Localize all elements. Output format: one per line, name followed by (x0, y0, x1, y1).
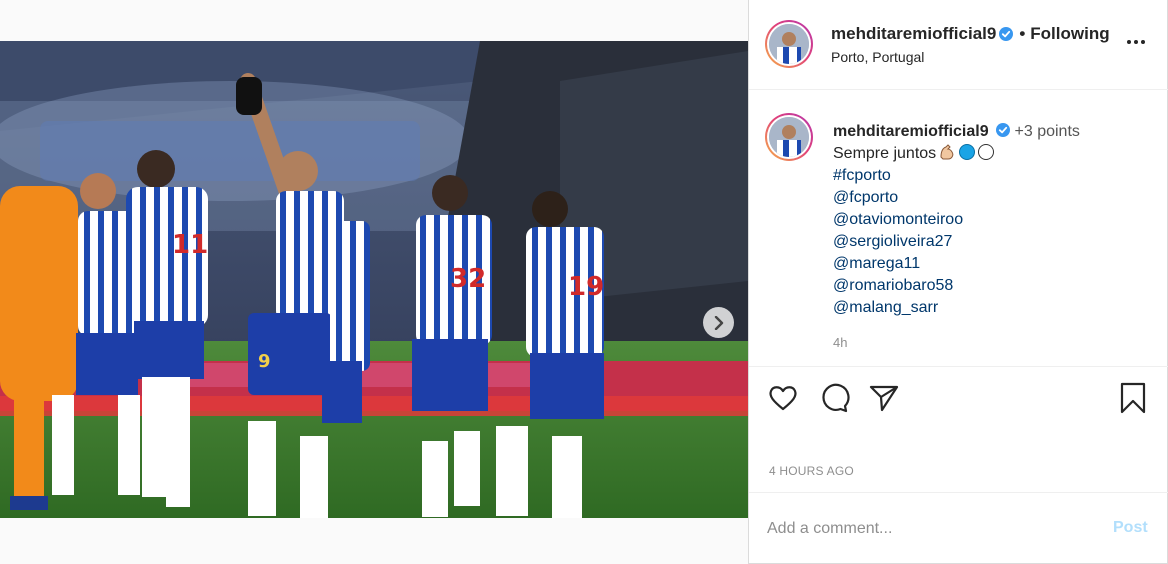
comment-icon[interactable] (818, 382, 850, 414)
bookmark-icon[interactable] (1117, 382, 1149, 414)
chevron-right-icon (714, 315, 723, 330)
separator-dot: • (1019, 24, 1026, 43)
post-location[interactable]: Porto, Portugal (831, 49, 924, 65)
share-icon[interactable] (868, 382, 900, 414)
action-bar (749, 368, 1168, 428)
jersey-number-9: 9 (258, 351, 271, 372)
caption-mention[interactable]: @malang_sarr (833, 297, 1153, 319)
header-user-line: mehditaremiofficial9 • Following (831, 24, 1110, 44)
caption-tag[interactable]: #fcporto (833, 165, 1153, 187)
jersey-number-32: 32 (450, 264, 486, 294)
caption-body: Sempre juntos (833, 145, 937, 162)
caption-mention[interactable]: @otaviomonteiroo (833, 209, 1153, 231)
carousel-next-button[interactable] (703, 307, 734, 338)
avatar-image (769, 24, 809, 64)
heart-icon[interactable] (767, 382, 799, 414)
post-photo[interactable]: 11 9 32 19 (0, 41, 748, 518)
caption-mention[interactable]: @sergioliveira27 (833, 231, 1153, 253)
caption-username[interactable]: mehditaremiofficial9 (833, 123, 989, 140)
caption-text: mehditaremiofficial9 +3 points Sempre ju… (833, 121, 1153, 319)
avatar-image (769, 117, 809, 157)
photo-scene: 11 9 32 19 (0, 41, 748, 518)
avatar[interactable] (765, 113, 813, 161)
post-header: mehditaremiofficial9 • Following Porto, … (749, 0, 1168, 90)
caption-mention[interactable]: @fcporto (833, 187, 1153, 209)
verified-icon (996, 123, 1011, 137)
caption-mention[interactable]: @romariobaro58 (833, 275, 1153, 297)
photo-pane: 11 9 32 19 (0, 0, 748, 564)
caption-points: +3 points (1014, 123, 1080, 140)
blue-circle-icon (959, 144, 976, 160)
jersey-number-11: 11 (172, 230, 208, 260)
caption-mention[interactable]: @marega11 (833, 253, 1153, 275)
caption-area: mehditaremiofficial9 +3 points Sempre ju… (749, 91, 1168, 367)
comment-input[interactable] (767, 517, 1097, 541)
caption-time[interactable]: 4h (833, 335, 847, 350)
post-button[interactable]: Post (1113, 519, 1148, 537)
more-icon[interactable] (1127, 40, 1149, 48)
post-side-panel: mehditaremiofficial9 • Following Porto, … (748, 0, 1168, 564)
header-username[interactable]: mehditaremiofficial9 (831, 24, 996, 44)
white-circle-icon (978, 144, 995, 160)
flexed-biceps-icon (940, 144, 954, 160)
avatar[interactable] (765, 20, 813, 68)
post-timestamp[interactable]: 4 HOURS AGO (769, 464, 854, 478)
verified-icon (999, 27, 1014, 41)
jersey-number-19: 19 (568, 272, 604, 302)
caption-line: Sempre juntos (833, 143, 1153, 165)
following-button[interactable]: Following (1030, 24, 1109, 44)
comment-bar: Post (749, 492, 1168, 564)
